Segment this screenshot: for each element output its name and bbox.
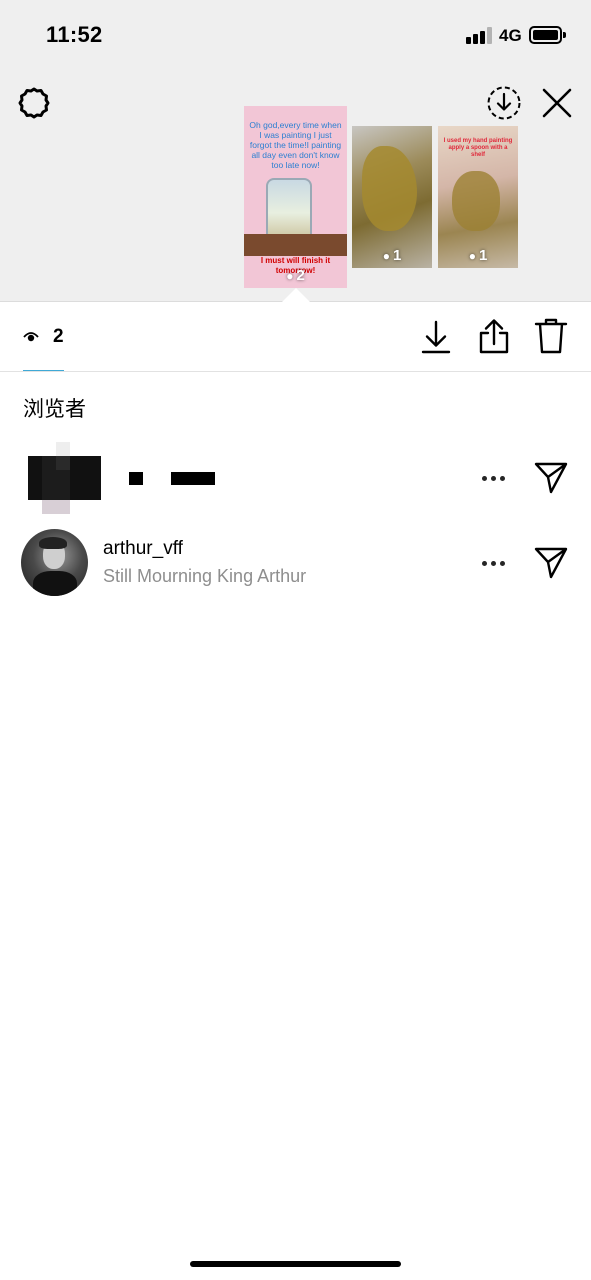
- share-icon[interactable]: [477, 317, 511, 355]
- viewer-username[interactable]: arthur_vff: [103, 538, 183, 560]
- send-icon[interactable]: [534, 460, 568, 494]
- download-circle-icon[interactable]: [486, 85, 522, 121]
- story-toolbar: 2: [0, 302, 591, 372]
- avatar[interactable]: [21, 529, 88, 596]
- redacted-subtitle: [171, 472, 215, 485]
- trash-icon[interactable]: [533, 317, 569, 355]
- signal-icon: [466, 27, 492, 44]
- eye-icon: [23, 332, 39, 342]
- send-icon[interactable]: [534, 545, 568, 579]
- more-options-icon[interactable]: [482, 561, 506, 567]
- story-views: ● 2: [286, 267, 305, 284]
- eye-icon: ●: [468, 249, 476, 263]
- close-icon[interactable]: [541, 87, 573, 119]
- status-bar: 11:52 4G: [0, 0, 591, 70]
- story-thumbnail-selected[interactable]: Oh god,every time when I was painting I …: [244, 106, 347, 288]
- home-indicator[interactable]: [190, 1261, 401, 1267]
- story-views: ● 1: [468, 247, 488, 264]
- status-time: 11:52: [46, 22, 103, 47]
- story-caption: Oh god,every time when I was painting I …: [249, 120, 342, 170]
- eye-icon: ●: [286, 269, 294, 283]
- views-tab[interactable]: 2: [23, 326, 64, 348]
- battery-icon: [529, 26, 562, 44]
- story-thumbnail[interactable]: I used my hand painting apply a spoon wi…: [438, 126, 518, 268]
- story-thumbnail[interactable]: ● 1: [352, 126, 432, 268]
- network-type: 4G: [499, 26, 522, 45]
- viewer-row[interactable]: arthur_vff Still Mourning King Arthur: [0, 528, 591, 598]
- avatar-redacted: [28, 442, 101, 514]
- gear-icon[interactable]: [16, 85, 52, 121]
- viewer-subtitle: Still Mourning King Arthur: [103, 566, 307, 586]
- story-caption: I used my hand painting apply a spoon wi…: [443, 138, 513, 158]
- viewer-row[interactable]: [0, 442, 591, 514]
- download-icon[interactable]: [420, 319, 452, 355]
- viewers-heading: 浏览者: [23, 397, 86, 421]
- views-count-value: 2: [53, 326, 64, 347]
- redacted-name: [129, 472, 143, 485]
- story-views: ● 1: [382, 247, 402, 264]
- more-options-icon[interactable]: [482, 476, 506, 482]
- selected-story-caret: [282, 288, 310, 302]
- eye-icon: ●: [382, 249, 390, 263]
